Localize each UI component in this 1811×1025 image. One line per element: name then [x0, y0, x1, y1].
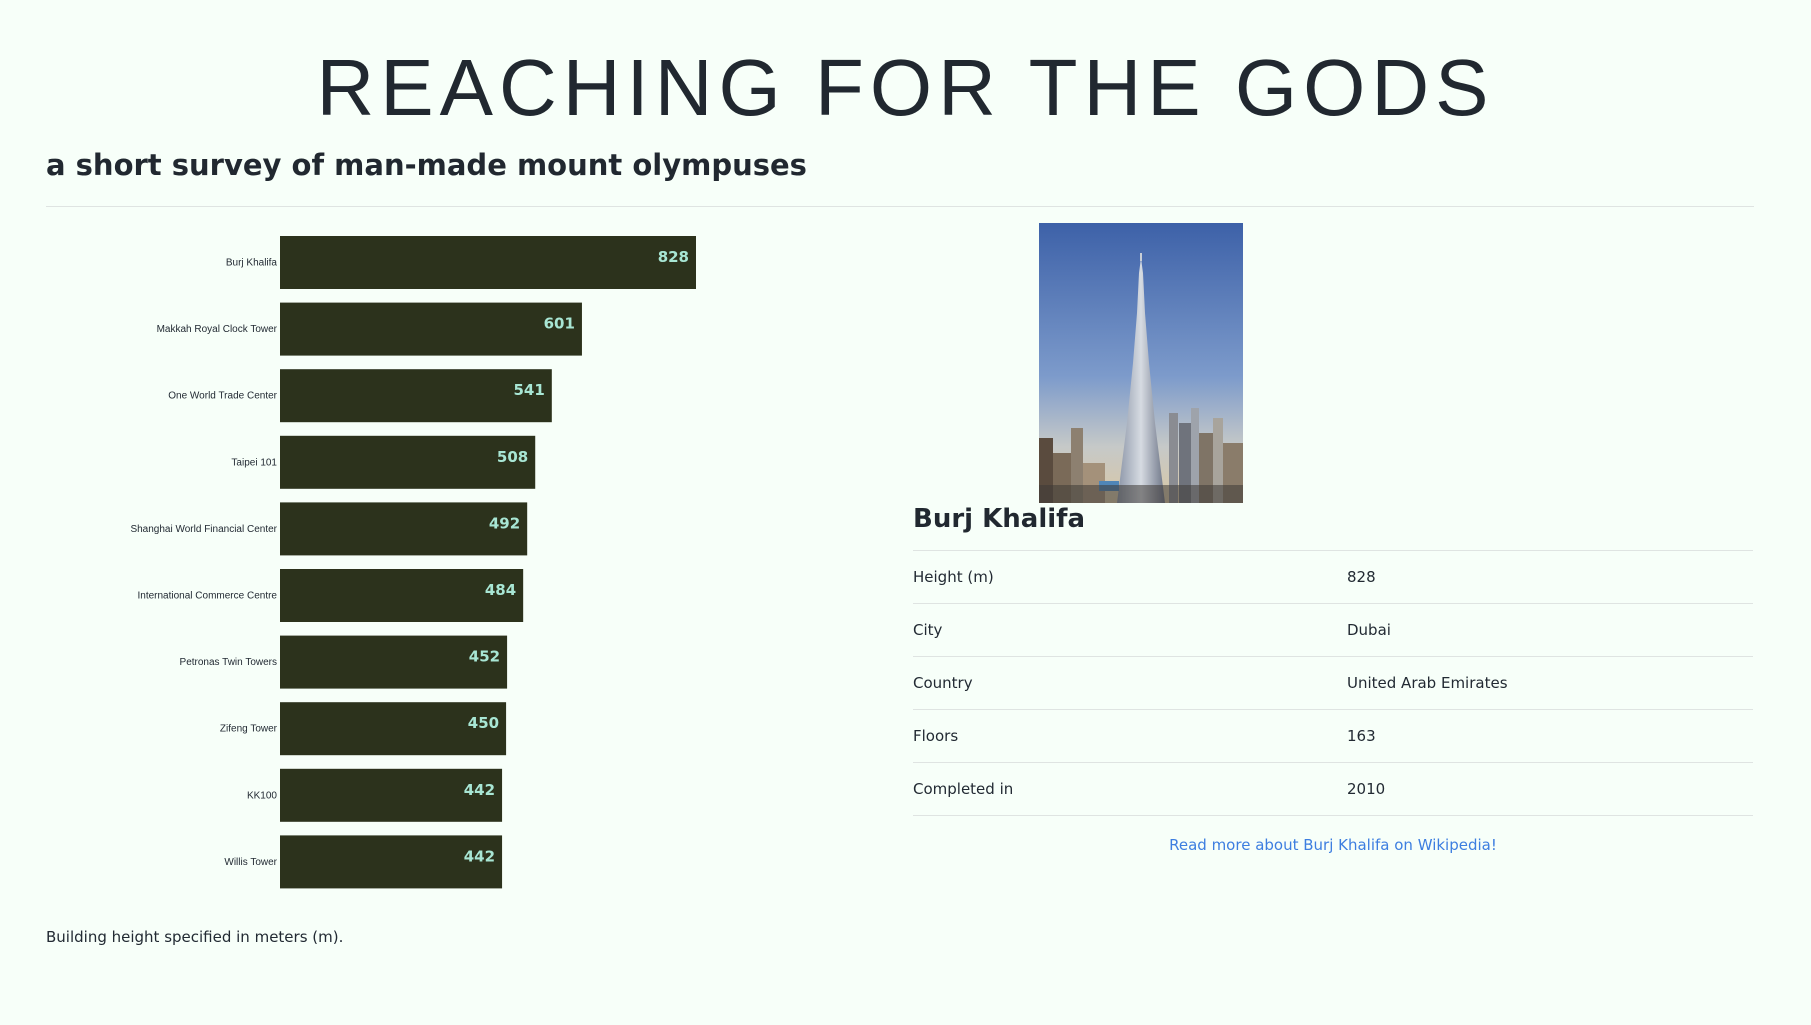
row-value: 828 — [1347, 568, 1376, 586]
row-key: Country — [913, 674, 973, 692]
bar-value-label: 442 — [464, 847, 495, 865]
category-label: Taipei 101 — [231, 457, 277, 468]
table-row: Floors 163 — [913, 709, 1753, 763]
bar[interactable] — [280, 369, 552, 423]
bar-value-label: 541 — [513, 381, 544, 399]
row-value: 163 — [1347, 727, 1376, 745]
bar-value-label: 452 — [469, 648, 500, 666]
bar-value-label: 484 — [485, 581, 516, 599]
bar-value-label: 442 — [464, 781, 495, 799]
table-row: Country United Arab Emirates — [913, 656, 1753, 710]
wikipedia-link[interactable]: Read more about Burj Khalifa on Wikipedi… — [913, 836, 1753, 854]
table-row: City Dubai — [913, 603, 1753, 657]
bar[interactable] — [280, 236, 696, 289]
bar-value-label: 828 — [658, 248, 689, 266]
row-key: Floors — [913, 727, 959, 745]
page-title: REACHING FOR THE GODS — [316, 43, 1495, 132]
chart-footnote: Building height specified in meters (m). — [46, 928, 344, 946]
category-label: Makkah Royal Clock Tower — [157, 324, 278, 335]
building-photo — [1039, 223, 1243, 503]
row-value: Dubai — [1347, 621, 1391, 639]
page: REACHING FOR THE GODS a short survey of … — [0, 0, 1811, 1025]
category-label: International Commerce Centre — [137, 591, 277, 602]
category-label: Willis Tower — [224, 857, 277, 868]
height-bar-chart: Burj Khalifa 828 Makkah Royal Clock Tower 6… — [130, 236, 696, 889]
category-label: One World Trade Center — [168, 391, 277, 402]
detail-building-name: Burj Khalifa — [913, 504, 1085, 534]
bar-value-label: 492 — [489, 514, 520, 532]
page-subtitle: a short survey of man-made mount olympus… — [46, 148, 807, 182]
bar-value-label: 601 — [544, 315, 575, 333]
category-label: Burj Khalifa — [226, 258, 278, 269]
row-value: United Arab Emirates — [1347, 674, 1508, 692]
category-label: Zifeng Tower — [220, 724, 278, 735]
title-divider — [46, 206, 1754, 207]
row-key: Completed in — [913, 780, 1014, 798]
category-label: Shanghai World Financial Center — [130, 524, 277, 535]
row-value: 2010 — [1347, 780, 1386, 798]
building-detail-table: Height (m) 828 City Dubai Country United… — [913, 550, 1753, 816]
bar[interactable] — [280, 302, 582, 356]
row-key: Height (m) — [913, 568, 994, 586]
category-label: KK100 — [247, 790, 277, 801]
category-label: Petronas Twin Towers — [180, 657, 277, 668]
row-key: City — [913, 621, 943, 639]
bar-value-label: 508 — [497, 448, 528, 466]
table-row: Height (m) 828 — [913, 550, 1753, 604]
table-row: Completed in 2010 — [913, 762, 1753, 816]
bar-value-label: 450 — [468, 714, 499, 732]
